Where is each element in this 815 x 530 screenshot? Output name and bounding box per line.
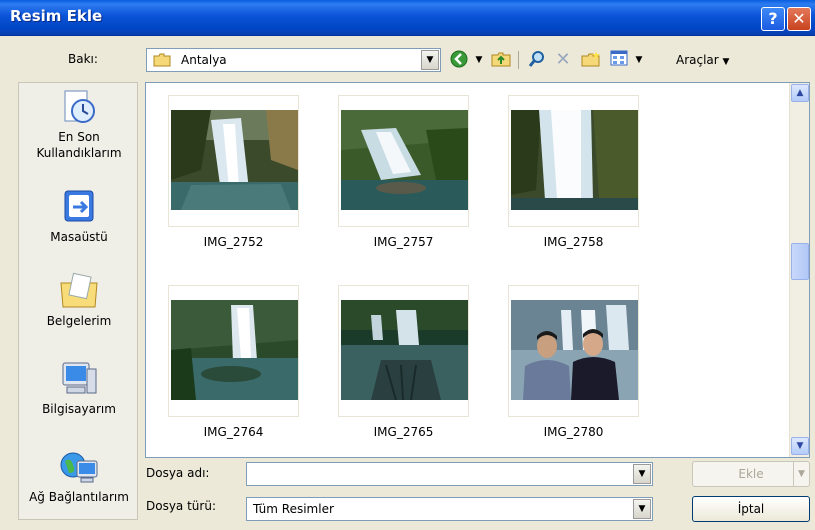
waterfall-photo-thumbnail [341,110,468,210]
file-name-label: Dosya adı: [146,466,210,480]
my-computer-icon [62,362,97,394]
thumbnail-item[interactable] [168,285,299,417]
scrollbar-thumb[interactable] [791,243,809,280]
file-name[interactable]: IMG_2764 [168,425,299,439]
new-folder-icon[interactable] [580,50,602,70]
file-name[interactable]: IMG_2758 [508,235,639,249]
back-dropdown-icon[interactable]: ▼ [468,50,490,70]
chevron-down-icon[interactable]: ▼ [421,50,439,70]
place-my-documents[interactable]: Belgelerim [19,271,139,329]
place-desktop-label: Masaüstü [50,230,108,244]
window-title: Resim Ekle [10,7,103,25]
look-in-label: Bakı: [68,52,98,66]
vertical-scrollbar[interactable]: ▲ ▼ [789,83,809,457]
people-photo-thumbnail [511,300,638,400]
file-type-label: Dosya türü: [146,499,216,513]
file-name[interactable]: IMG_2765 [338,425,469,439]
thumbnail-item[interactable] [338,285,469,417]
title-bar[interactable]: Resim Ekle ? ✕ [0,0,815,36]
thumbnail-item[interactable] [508,95,639,227]
file-list[interactable]: IMG_2752 IMG_2757 IMG_2758 IMG_2764 IMG_… [145,82,810,458]
waterfall-photo-thumbnail [341,300,468,400]
place-my-computer[interactable]: Bilgisayarım [19,359,139,417]
waterfall-photo-thumbnail [171,300,298,400]
file-name-input[interactable]: ▼ [246,462,653,486]
tools-menu[interactable]: Araçlar ▼ [676,53,729,67]
look-in-value: Antalya [181,53,227,67]
place-recent-line2: Kullandıklarım [36,146,122,160]
place-network-label: Ağ Bağlantılarım [29,490,129,504]
place-my-documents-label: Belgelerim [46,314,112,328]
scroll-down-icon[interactable]: ▼ [791,437,809,455]
insert-button-label: Ekle [738,467,764,481]
cancel-button[interactable]: İptal [692,496,810,522]
views-icon[interactable] [608,50,630,70]
close-button[interactable]: ✕ [787,7,811,31]
place-desktop[interactable]: Masaüstü [19,187,139,245]
network-icon [60,452,98,483]
recent-documents-icon [64,90,95,123]
place-my-computer-label: Bilgisayarım [42,402,116,416]
place-network[interactable]: Ağ Bağlantılarım [19,447,139,505]
insert-button[interactable]: Ekle ▼ [692,461,810,487]
waterfall-photo-thumbnail [171,110,298,210]
back-icon[interactable] [448,50,470,70]
search-web-icon[interactable] [526,50,548,70]
insert-picture-dialog: Resim Ekle ? ✕ Bakı: Antalya ▼ ▼ ✕ ▼ Ara… [0,0,815,530]
file-name[interactable]: IMG_2757 [338,235,469,249]
scroll-up-icon[interactable]: ▲ [791,84,809,102]
thumbnail-item[interactable] [168,95,299,227]
file-type-value: Tüm Resimler [253,502,334,516]
chevron-down-icon: ▼ [722,57,730,67]
waterfall-photo-thumbnail [511,110,638,210]
file-name[interactable]: IMG_2752 [168,235,299,249]
places-bar: En Son Kullandıklarım Masaüstü Belgeleri… [18,82,138,520]
look-in-combo[interactable]: Antalya ▼ [146,48,441,72]
delete-icon[interactable]: ✕ [552,50,574,70]
thumbnail-item[interactable] [338,95,469,227]
chevron-down-icon[interactable]: ▼ [633,499,651,519]
my-documents-icon [60,272,98,308]
views-dropdown-icon[interactable]: ▼ [628,50,650,70]
place-recent-line1: En Son [58,130,100,144]
folder-icon [153,53,171,67]
place-recent[interactable]: En Son Kullandıklarım [19,87,139,161]
up-folder-icon[interactable] [490,50,512,70]
tools-menu-label: Araçlar [676,53,719,67]
chevron-down-icon[interactable]: ▼ [633,464,651,484]
thumbnail-item[interactable] [508,285,639,417]
insert-dropdown-icon[interactable]: ▼ [793,462,809,486]
file-type-select[interactable]: Tüm Resimler ▼ [246,497,653,521]
help-button[interactable]: ? [761,7,785,31]
desktop-icon [64,190,94,222]
file-name[interactable]: IMG_2780 [508,425,639,439]
cancel-button-label: İptal [737,502,765,516]
